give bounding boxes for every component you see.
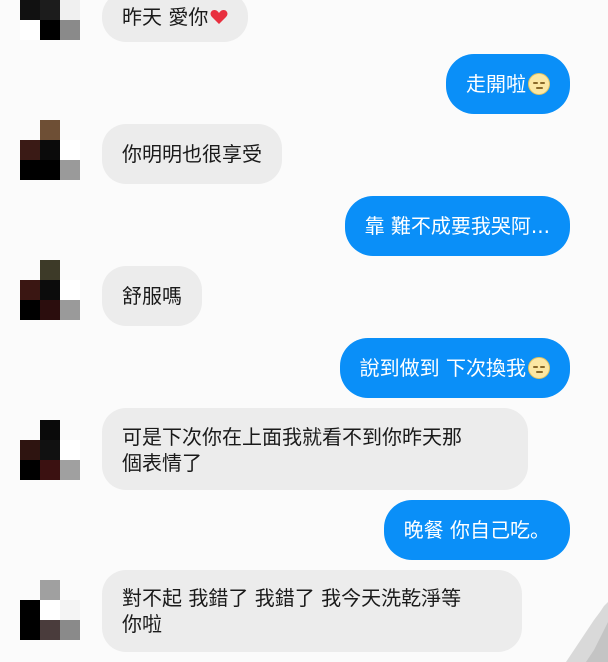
- neutral-face-emoji-icon: [528, 73, 550, 95]
- message-text: 說到做到 下次換我: [359, 356, 526, 380]
- message-text: 走開啦: [466, 72, 526, 96]
- message-text: 靠 難不成要我哭阿...: [364, 214, 550, 238]
- outgoing-message: 晚餐 你自己吃。: [383, 500, 570, 560]
- incoming-message: 你明明也很享受: [102, 124, 282, 184]
- contact-avatar[interactable]: [20, 260, 80, 320]
- outgoing-message: 說到做到 下次換我: [339, 338, 570, 398]
- contact-avatar[interactable]: [20, 120, 80, 180]
- corner-watermark: [566, 602, 608, 662]
- incoming-message: 昨天 愛你: [102, 0, 249, 42]
- message-text: 可是下次你在上面我就看不到你昨天那 個表情了: [122, 425, 462, 475]
- incoming-message: 對不起 我錯了 我錯了 我今天洗乾淨等 你啦: [102, 570, 522, 652]
- contact-avatar[interactable]: [20, 420, 80, 480]
- heart-icon: [210, 10, 228, 24]
- outgoing-message: 走開啦: [446, 54, 570, 114]
- message-text: 晚餐 你自己吃。: [403, 518, 550, 542]
- outgoing-message: 靠 難不成要我哭阿...: [344, 196, 570, 256]
- incoming-message: 舒服嗎: [102, 266, 202, 326]
- message-text: 昨天 愛你: [122, 5, 209, 29]
- message-text: 你明明也很享受: [122, 142, 262, 166]
- message-text: 舒服嗎: [122, 284, 182, 308]
- neutral-face-emoji-icon: [528, 357, 550, 379]
- contact-avatar[interactable]: [20, 0, 80, 40]
- contact-avatar[interactable]: [20, 580, 80, 640]
- message-text: 對不起 我錯了 我錯了 我今天洗乾淨等 你啦: [122, 586, 462, 636]
- incoming-message: 可是下次你在上面我就看不到你昨天那 個表情了: [102, 408, 528, 490]
